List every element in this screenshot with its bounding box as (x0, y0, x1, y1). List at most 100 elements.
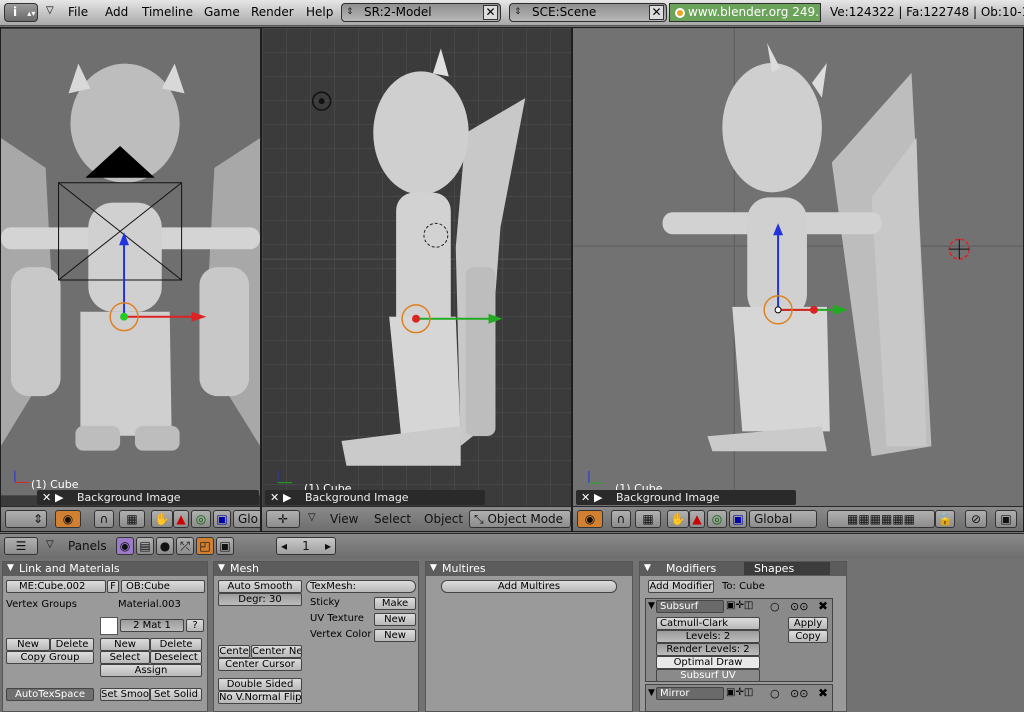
collapse-icon[interactable]: ▼ (648, 688, 655, 698)
website-link[interactable]: www.blender.org 249.2 (669, 3, 821, 22)
cage-circle-icon[interactable]: ○ (770, 600, 780, 613)
center-new-button[interactable]: Center Ne (251, 645, 302, 658)
scene-context-icon[interactable]: ▣ (216, 537, 234, 555)
panel-header[interactable]: ▼ Link and Materials (3, 562, 207, 576)
circle-icon[interactable]: ◎ (191, 510, 211, 528)
orientation-select[interactable]: Global (749, 510, 817, 528)
sticky-make-button[interactable]: Make (374, 597, 416, 610)
subdivision-type-select[interactable]: Catmull-Clark (656, 617, 760, 630)
scale-icon[interactable]: ▣ (213, 510, 231, 528)
scene-selector[interactable]: ⇕ SCE:Scene ✕ (509, 3, 667, 22)
close-icon[interactable]: ✕ (42, 490, 51, 505)
frame-number[interactable]: ◂ 1 ▸ (276, 537, 336, 555)
auto-smooth-toggle[interactable]: Auto Smooth (218, 580, 302, 593)
lock-icon[interactable]: 🔒 (935, 510, 955, 528)
panel-header[interactable]: ▼ Mesh (214, 562, 418, 576)
menu-game[interactable]: Game (204, 5, 240, 19)
vertex-group-delete-button[interactable]: Delete (50, 638, 94, 651)
cage-circle-icon[interactable]: ○ (770, 687, 780, 700)
copy-modifier-button[interactable]: Copy (788, 630, 828, 643)
close-icon[interactable]: ✕ (649, 5, 664, 20)
render-link-icon[interactable]: ⊘ (965, 510, 987, 528)
center-button[interactable]: Cente (218, 645, 250, 658)
uv-texture-new-button[interactable]: New (374, 613, 416, 626)
object-context-icon[interactable]: ⤱ (176, 537, 194, 555)
layers-icon[interactable]: ▦▦▦▦▦▦ (827, 510, 935, 528)
mesh-datablock-field[interactable]: ME:Cube.002 (6, 580, 106, 593)
menu-timeline[interactable]: Timeline (142, 5, 193, 19)
set-smooth-button[interactable]: Set Smoo (100, 688, 150, 701)
hand-icon[interactable]: ✋ (667, 510, 689, 528)
object-icon[interactable]: ◉ (55, 510, 81, 528)
object-name-field[interactable]: OB:Cube (121, 580, 205, 593)
triangle-icon[interactable]: ▲ (173, 510, 189, 528)
menu-file[interactable]: File (68, 5, 88, 19)
collapse-menu-icon[interactable]: ▽ (46, 539, 54, 550)
circle-icon[interactable]: ◎ (707, 510, 727, 528)
texmesh-field[interactable]: TexMesh: (306, 580, 416, 593)
collapse-icon[interactable]: ▼ (430, 562, 437, 575)
viewport-side[interactable]: (1) Cube ✕ ▶ Background Image ✛ ▽ View S… (261, 27, 572, 532)
vertex-group-new-button[interactable]: New (6, 638, 50, 651)
add-multires-button[interactable]: Add Multires (441, 580, 617, 593)
set-solid-button[interactable]: Set Solid (150, 688, 202, 701)
view3d-editor-icon[interactable]: ✛ (266, 510, 300, 528)
viewport-front[interactable]: (1) Cube ✕ ▶ Background Image ⇕ ◉ ∩ ▦ ✋ … (0, 27, 261, 532)
no-vnormal-flip-toggle[interactable]: No V.Normal Flip (218, 691, 302, 704)
render-levels-field[interactable]: Render Levels: 2 (656, 643, 760, 656)
grid-icon[interactable]: ▦ (635, 510, 661, 528)
logic-context-icon[interactable]: ◉ (116, 537, 134, 555)
levels-field[interactable]: Levels: 2 (656, 630, 760, 643)
close-icon[interactable]: ✕ (270, 490, 279, 505)
optimal-draw-toggle[interactable]: Optimal Draw (656, 656, 760, 669)
double-sided-toggle[interactable]: Double Sided (218, 678, 302, 691)
collapse-icon[interactable]: ▼ (644, 562, 651, 575)
move-up-icon[interactable]: ⊙⊙ (790, 687, 808, 700)
material-delete-button[interactable]: Delete (150, 638, 202, 651)
render-image-icon[interactable]: ▣ (995, 510, 1017, 528)
material-help-button[interactable]: ? (186, 619, 204, 632)
close-icon[interactable]: ✕ (581, 490, 590, 505)
frame-left-arrow[interactable]: ◂ (281, 538, 287, 554)
play-icon[interactable]: ▶ (283, 490, 291, 505)
frame-right-arrow[interactable]: ▸ (325, 538, 331, 554)
vertex-color-new-button[interactable]: New (374, 629, 416, 642)
tab-modifiers[interactable]: Modifiers (658, 562, 742, 575)
background-image-bar[interactable]: ✕ ▶ Background Image (265, 490, 485, 505)
add-modifier-menu[interactable]: Add Modifier (648, 580, 714, 593)
magnet-icon[interactable]: ∩ (94, 510, 114, 528)
viewport-perspective[interactable]: (1) Cube ✕ ▶ Background Image ◉ ∩ ▦ ✋ ▲ … (572, 27, 1024, 532)
menu-object[interactable]: Object (424, 512, 463, 526)
remove-modifier-icon[interactable]: ✖ (818, 599, 828, 613)
material-assign-button[interactable]: Assign (100, 664, 202, 677)
subsurf-uv-toggle[interactable]: Subsurf UV (656, 669, 760, 682)
object-icon[interactable]: ◉ (577, 510, 603, 528)
fake-user-button[interactable]: F (107, 580, 119, 593)
mirror-name-field[interactable]: Mirror (656, 687, 724, 700)
tab-shapes[interactable]: Shapes (744, 562, 830, 575)
screen-selector[interactable]: ⇕ SR:2-Model ✕ (341, 3, 501, 22)
info-editor-icon[interactable]: i ▴▾ (4, 3, 38, 22)
hand-icon[interactable]: ✋ (151, 510, 173, 528)
vertex-group-copy-button[interactable]: Copy Group (6, 651, 94, 664)
scale-icon[interactable]: ▣ (729, 510, 747, 528)
modifier-toggle-icons[interactable]: ▣✛◫ (726, 687, 753, 698)
draw-type-select[interactable]: ⇕ (5, 510, 47, 528)
magnet-icon[interactable]: ∩ (611, 510, 631, 528)
script-context-icon[interactable]: ▤ (136, 537, 154, 555)
collapse-menu-icon[interactable]: ▽ (308, 512, 316, 523)
subsurf-name-field[interactable]: Subsurf (656, 600, 724, 613)
orientation-select[interactable]: Glo (233, 510, 260, 528)
collapse-menu-icon[interactable]: ▽ (46, 5, 54, 16)
menu-select[interactable]: Select (374, 512, 411, 526)
menu-help[interactable]: Help (306, 5, 333, 19)
center-cursor-button[interactable]: Center Cursor (218, 658, 302, 671)
shading-context-icon[interactable]: ● (156, 537, 174, 555)
auto-tex-space-toggle[interactable]: AutoTexSpace (6, 688, 94, 701)
mode-select[interactable]: ⤡ Object Mode (469, 510, 571, 528)
material-index-field[interactable]: 2 Mat 1 (120, 619, 184, 632)
collapse-icon[interactable]: ▼ (7, 562, 14, 575)
remove-modifier-icon[interactable]: ✖ (818, 686, 828, 700)
play-icon[interactable]: ▶ (55, 490, 63, 505)
menu-add[interactable]: Add (105, 5, 128, 19)
